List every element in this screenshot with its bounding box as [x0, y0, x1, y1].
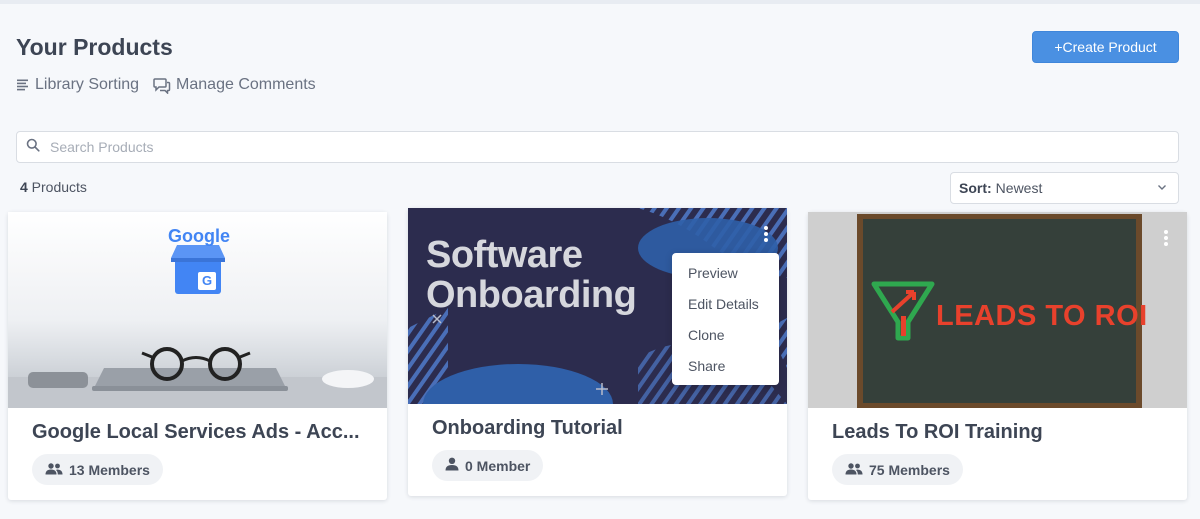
members-badge: 75 Members: [832, 454, 963, 485]
group-icon: [45, 462, 63, 478]
product-card[interactable]: LEADS TO ROI Leads To ROI Training 75 Me…: [808, 212, 1187, 500]
thumb-title-line1: Software: [426, 234, 583, 276]
person-icon: [445, 457, 459, 474]
list-icon: [16, 78, 30, 92]
product-count-number: 4: [20, 179, 28, 195]
members-badge: 0 Member: [432, 450, 544, 481]
product-card[interactable]: Google G Google Local Services Ads - Acc…: [8, 212, 387, 500]
product-context-menu: Preview Edit Details Clone Share: [672, 253, 779, 385]
product-title[interactable]: Onboarding Tutorial: [432, 417, 623, 440]
product-thumbnail: Google G: [8, 212, 387, 408]
product-title[interactable]: Leads To ROI Training: [832, 421, 1043, 444]
members-count: 0 Member: [465, 457, 531, 474]
top-divider: [0, 0, 1200, 4]
google-logo: Google: [168, 226, 230, 246]
more-options-icon[interactable]: [1159, 228, 1173, 250]
library-sorting-label: Library Sorting: [35, 76, 140, 93]
product-count: 4 Products: [20, 179, 87, 195]
header-links: Library Sorting Manage Comments: [16, 76, 316, 94]
manage-comments-link[interactable]: Manage Comments: [153, 76, 316, 94]
menu-item-edit-details[interactable]: Edit Details: [672, 289, 779, 320]
members-badge: 13 Members: [32, 454, 163, 485]
leads-to-roi-logo-text: LEADS TO ROI: [936, 300, 1148, 332]
menu-item-share[interactable]: Share: [672, 351, 779, 382]
create-product-button[interactable]: +Create Product: [1032, 31, 1179, 63]
product-thumbnail: LEADS TO ROI: [808, 212, 1187, 408]
thumb-title-line2: Onboarding: [426, 274, 637, 316]
group-icon: [845, 462, 863, 478]
search-icon: [26, 138, 40, 157]
members-count: 13 Members: [69, 461, 150, 478]
manage-comments-label: Manage Comments: [176, 76, 316, 93]
search-input[interactable]: [50, 139, 1050, 155]
menu-item-clone[interactable]: Clone: [672, 320, 779, 351]
product-count-suffix: Products: [27, 179, 87, 195]
menu-item-preview[interactable]: Preview: [672, 258, 779, 289]
page-title: Your Products: [16, 34, 173, 60]
sort-value: Newest: [995, 180, 1043, 196]
sort-select[interactable]: Sort: Newest: [950, 172, 1179, 204]
search-bar: [16, 131, 1179, 163]
store-badge-letter: G: [202, 273, 213, 288]
comments-icon: [153, 77, 171, 94]
members-count: 75 Members: [869, 461, 950, 478]
library-sorting-link[interactable]: Library Sorting: [16, 76, 139, 94]
sort-label: Sort:: [959, 180, 992, 196]
product-title[interactable]: Google Local Services Ads - Acc...: [32, 421, 360, 444]
chevron-down-icon: [1156, 180, 1168, 196]
more-options-icon[interactable]: [759, 224, 773, 246]
